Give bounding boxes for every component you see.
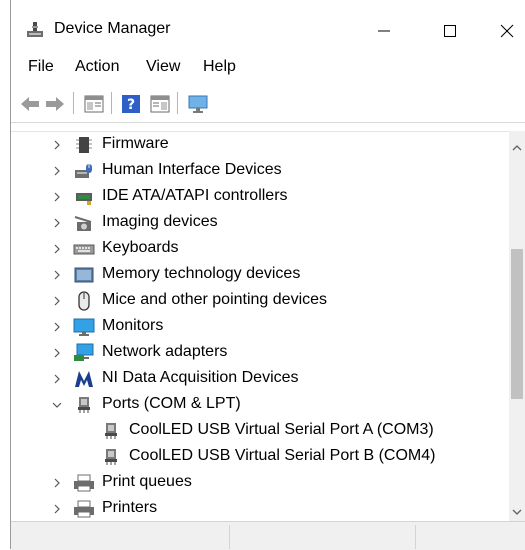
tree-item-label: Firmware <box>102 135 169 152</box>
tree-item-label: Mice and other pointing devices <box>102 291 328 308</box>
expand-chevron-icon[interactable] <box>51 216 63 228</box>
tree-item-label: Monitors <box>102 317 164 334</box>
expand-chevron-icon[interactable] <box>51 346 63 358</box>
vertical-scrollbar[interactable] <box>509 131 525 521</box>
tree-item-label: NI Data Acquisition Devices <box>102 369 299 386</box>
firmware-icon <box>73 135 95 155</box>
expand-chevron-icon[interactable] <box>51 242 63 254</box>
tree-item-coolled-port-a[interactable]: CoolLED USB Virtual Serial Port A (COM3) <box>11 418 509 444</box>
device-manager-icon <box>25 20 45 40</box>
expand-chevron-icon[interactable] <box>51 164 63 176</box>
menu-bar: File Action View Help <box>11 58 525 80</box>
memory-icon <box>73 265 95 285</box>
hid-icon <box>73 161 95 181</box>
maximize-button[interactable] <box>434 18 466 44</box>
menu-view[interactable]: View <box>144 58 182 76</box>
svg-text:?: ? <box>127 97 135 113</box>
help-button[interactable]: ? <box>119 92 143 116</box>
tree-item-label: IDE ATA/ATAPI controllers <box>102 187 288 204</box>
show-hide-console-tree-button[interactable] <box>82 92 106 116</box>
port-icon <box>100 421 122 441</box>
scroll-down-arrow-icon[interactable] <box>512 503 522 515</box>
tree-item-label: CoolLED USB Virtual Serial Port A (COM3) <box>129 421 434 438</box>
maximize-icon <box>444 25 456 37</box>
tree-item-imaging-devices[interactable]: Imaging devices <box>11 210 509 236</box>
tree-item-label: CoolLED USB Virtual Serial Port B (COM4) <box>129 447 436 464</box>
device-tree[interactable]: Firmware Human Interface Devices IDE ATA… <box>11 131 509 522</box>
scan-hardware-monitor-icon <box>188 95 208 113</box>
toolbar-separator <box>73 92 74 114</box>
port-icon <box>100 447 122 467</box>
window-title: Device Manager <box>54 20 171 37</box>
network-adapter-icon <box>73 343 95 363</box>
tree-item-monitors[interactable]: Monitors <box>11 314 509 340</box>
expand-chevron-icon[interactable] <box>51 372 63 384</box>
tree-item-network-adapters[interactable]: Network adapters <box>11 340 509 366</box>
expand-chevron-icon[interactable] <box>51 320 63 332</box>
tree-item-label: Print queues <box>102 473 192 490</box>
tree-item-printers[interactable]: Printers <box>11 496 509 522</box>
tree-item-label: Human Interface Devices <box>102 161 282 178</box>
port-icon <box>73 395 95 415</box>
expand-chevron-icon[interactable] <box>51 294 63 306</box>
ni-icon <box>73 369 95 389</box>
console-tree-icon <box>84 95 104 113</box>
tree-item-label: Imaging devices <box>102 213 218 230</box>
tree-item-coolled-port-b[interactable]: CoolLED USB Virtual Serial Port B (COM4) <box>11 444 509 470</box>
toolbar-separator <box>111 92 112 114</box>
forward-button[interactable] <box>44 92 66 116</box>
tree-item-label: Memory technology devices <box>102 265 301 282</box>
back-arrow-icon <box>21 97 39 111</box>
tree-item-ide-ata-atapi-controllers[interactable]: IDE ATA/ATAPI controllers <box>11 184 509 210</box>
tree-item-ports-com-lpt[interactable]: Ports (COM & LPT) <box>11 392 509 418</box>
tree-item-label: Keyboards <box>102 239 179 256</box>
scrollbar-thumb[interactable] <box>511 249 523 399</box>
status-pane <box>230 525 416 549</box>
toolbar: ? <box>11 84 525 123</box>
title-bar[interactable]: Device Manager <box>11 0 525 60</box>
properties-icon <box>150 95 170 113</box>
scan-hardware-button[interactable] <box>185 92 211 116</box>
mouse-icon <box>73 291 95 311</box>
tree-item-keyboards[interactable]: Keyboards <box>11 236 509 262</box>
minimize-icon <box>378 30 390 32</box>
close-icon <box>500 24 514 38</box>
menu-action[interactable]: Action <box>73 58 121 76</box>
tree-item-human-interface-devices[interactable]: Human Interface Devices <box>11 158 509 184</box>
help-icon: ? <box>122 95 140 113</box>
close-button[interactable] <box>491 18 523 44</box>
expand-chevron-icon[interactable] <box>51 268 63 280</box>
menu-help[interactable]: Help <box>201 58 238 76</box>
tree-item-mice-and-other-pointing-devices[interactable]: Mice and other pointing devices <box>11 288 509 314</box>
status-bar <box>11 521 525 550</box>
ide-controller-icon <box>73 187 95 207</box>
expand-chevron-icon[interactable] <box>51 476 63 488</box>
expand-chevron-icon[interactable] <box>51 190 63 202</box>
keyboard-icon <box>73 239 95 259</box>
tree-item-label: Network adapters <box>102 343 228 360</box>
expand-chevron-icon[interactable] <box>51 502 63 514</box>
collapse-chevron-icon[interactable] <box>51 398 63 410</box>
printer-icon <box>73 499 95 519</box>
menu-file[interactable]: File <box>26 58 56 76</box>
tree-item-print-queues[interactable]: Print queues <box>11 470 509 496</box>
scroll-up-arrow-icon[interactable] <box>512 139 522 151</box>
device-manager-window: Device Manager File Action View Help ? F… <box>10 0 525 550</box>
camera-icon <box>73 213 95 233</box>
expand-chevron-icon[interactable] <box>51 138 63 150</box>
monitor-icon <box>73 317 95 337</box>
properties-button[interactable] <box>148 92 172 116</box>
tree-item-ni-data-acquisition-devices[interactable]: NI Data Acquisition Devices <box>11 366 509 392</box>
tree-item-firmware[interactable]: Firmware <box>11 132 509 158</box>
forward-arrow-icon <box>46 97 64 111</box>
back-button[interactable] <box>19 92 41 116</box>
minimize-button[interactable] <box>368 18 400 44</box>
tree-item-label: Ports (COM & LPT) <box>102 395 241 412</box>
tree-item-memory-technology-devices[interactable]: Memory technology devices <box>11 262 509 288</box>
status-pane <box>11 525 230 549</box>
toolbar-separator <box>177 92 178 114</box>
printer-icon <box>73 473 95 493</box>
tree-item-label: Printers <box>102 499 158 516</box>
